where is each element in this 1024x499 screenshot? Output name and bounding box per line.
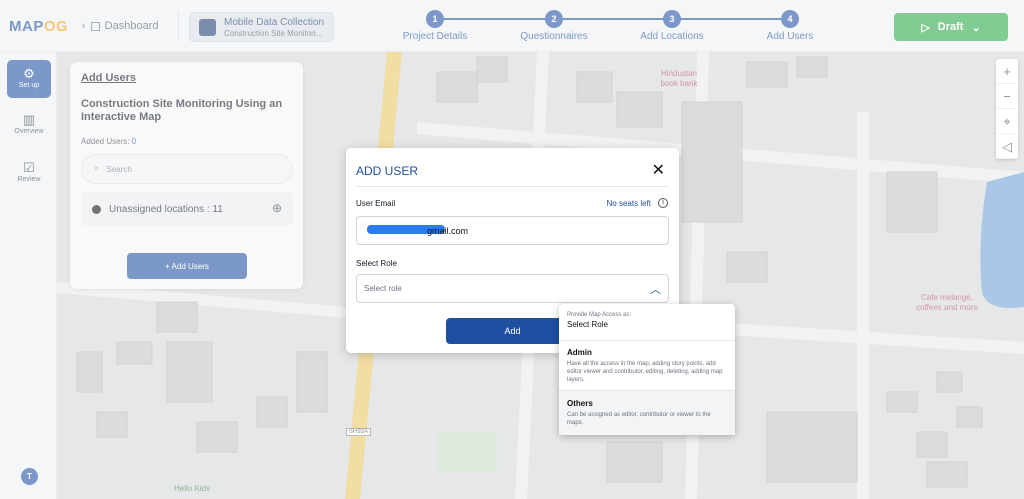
role-placeholder: Select role bbox=[364, 284, 402, 293]
role-select[interactable]: Select role ︿ bbox=[356, 274, 669, 303]
role-option-others[interactable]: Others Can be assigned as editor, contri… bbox=[559, 391, 735, 435]
email-field[interactable]: gmail.com bbox=[356, 216, 669, 245]
option-name: Admin bbox=[567, 348, 592, 357]
seats-left-label: No seats left bbox=[606, 199, 651, 208]
chevron-up-icon: ︿ bbox=[650, 284, 661, 296]
email-label: User Email bbox=[356, 199, 396, 208]
email-value: gmail.com bbox=[427, 226, 469, 236]
option-desc: Have all the access in the map, adding s… bbox=[567, 361, 723, 383]
divider bbox=[559, 340, 735, 341]
dropdown-selected[interactable]: Select Role bbox=[567, 320, 608, 329]
modal-title: ADD USER bbox=[356, 164, 419, 178]
option-desc: Can be assigned as editor, contributor o… bbox=[567, 412, 711, 426]
role-option-admin[interactable]: Admin Have all the access in the map, ad… bbox=[559, 348, 735, 392]
option-name: Others bbox=[567, 399, 593, 408]
role-label: Select Role bbox=[356, 259, 397, 268]
close-icon[interactable]: ✕ bbox=[652, 160, 665, 180]
info-icon[interactable]: i bbox=[658, 198, 668, 208]
role-dropdown: Provide Map Access as: Select Role Admin… bbox=[559, 304, 735, 435]
dropdown-hint: Provide Map Access as: bbox=[567, 312, 632, 318]
app-root: MAPOG ‹ Dashboard Mobile Data Collection… bbox=[0, 0, 1024, 499]
divider bbox=[356, 186, 669, 187]
